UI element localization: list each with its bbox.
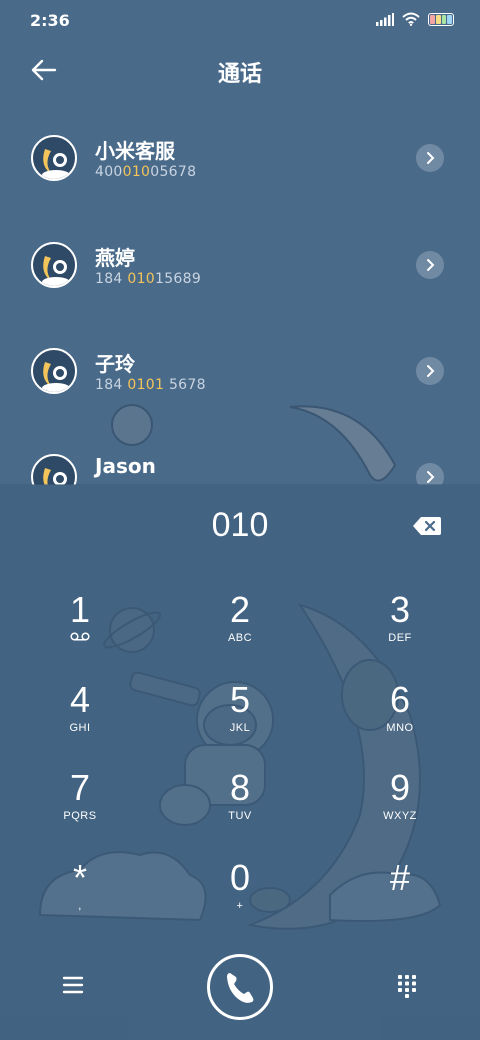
contact-row[interactable]: 小米客服 40001005678: [0, 105, 480, 211]
contact-name: 子玲: [95, 352, 135, 376]
key-9[interactable]: 9 WXYZ: [330, 766, 470, 846]
status-time: 2:36: [30, 11, 70, 30]
key-1[interactable]: 1: [10, 588, 150, 668]
battery-icon: [428, 12, 454, 26]
key-7[interactable]: 7 PQRS: [10, 766, 150, 846]
chevron-right-icon: [427, 259, 435, 271]
key-6[interactable]: 6 MNO: [330, 678, 470, 758]
key-3[interactable]: 3 DEF: [330, 588, 470, 668]
contact-name: Jason: [95, 454, 156, 478]
chevron-right-icon: [427, 365, 435, 377]
phone-icon: [227, 973, 254, 1003]
contact-detail-button[interactable]: [416, 357, 444, 385]
avatar: [31, 454, 77, 485]
avatar: [31, 348, 77, 394]
wifi-icon: [402, 12, 420, 26]
key-0[interactable]: 0 +: [170, 856, 310, 936]
status-bar: 2:36: [0, 0, 480, 40]
backspace-button[interactable]: [412, 515, 442, 537]
header: 通话: [0, 44, 480, 94]
menu-button[interactable]: [60, 972, 86, 998]
key-star[interactable]: * ,: [10, 856, 150, 936]
page-title: 通话: [217, 62, 262, 87]
key-8[interactable]: 8 TUV: [170, 766, 310, 846]
contact-row[interactable]: 子玲 184 0101 5678: [0, 318, 480, 424]
contact-number: 40001005678: [95, 164, 197, 180]
contact-number: 184 01015689: [95, 271, 202, 287]
avatar: [31, 242, 77, 288]
chevron-right-icon: [427, 471, 435, 483]
contact-list: 小米客服 40001005678 燕婷 184 01015689 子玲 184 …: [0, 105, 480, 485]
contact-number: 184 0101 5678: [95, 377, 206, 393]
contact-row[interactable]: 燕婷 184 01015689: [0, 212, 480, 318]
call-button[interactable]: [207, 954, 273, 1020]
contact-detail-button[interactable]: [416, 463, 444, 485]
backspace-icon: [413, 517, 441, 535]
voicemail-icon: [70, 632, 90, 641]
contact-name: 小米客服: [95, 139, 175, 163]
signal-icon: [376, 12, 394, 26]
contact-name: 燕婷: [95, 246, 135, 270]
hamburger-menu-icon: [62, 976, 84, 994]
dialpad-icon: [398, 975, 416, 998]
contact-detail-button[interactable]: [416, 251, 444, 279]
key-5[interactable]: 5 JKL: [170, 678, 310, 758]
dialpad-toggle-button[interactable]: [394, 972, 420, 998]
dial-input-display[interactable]: 010: [0, 506, 480, 545]
key-2[interactable]: 2 ABC: [170, 588, 310, 668]
contact-row[interactable]: Jason: [0, 424, 480, 485]
key-hash[interactable]: #: [330, 856, 470, 936]
key-4[interactable]: 4 GHI: [10, 678, 150, 758]
avatar: [31, 135, 77, 181]
status-icons: [376, 12, 454, 26]
chevron-right-icon: [427, 152, 435, 164]
contact-detail-button[interactable]: [416, 144, 444, 172]
